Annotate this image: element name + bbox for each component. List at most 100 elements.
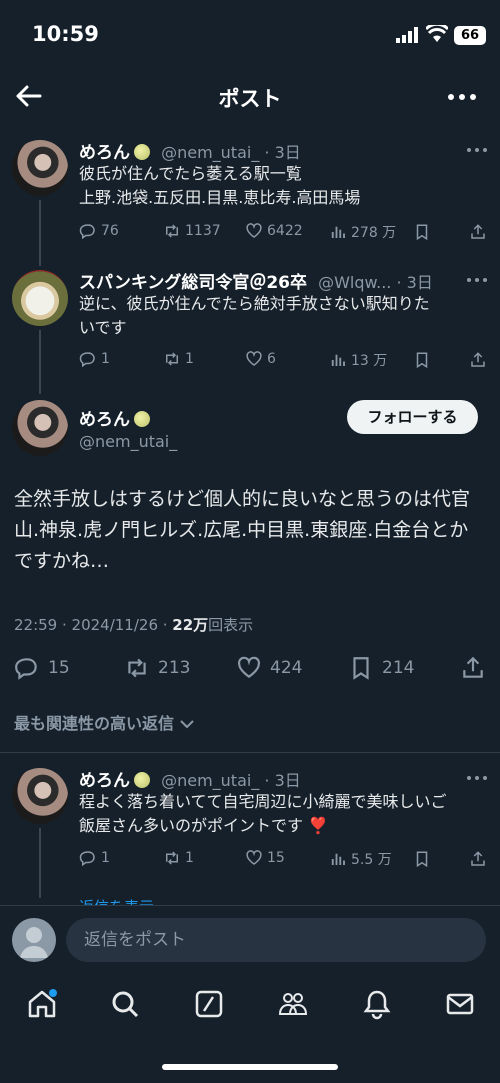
reply-button[interactable]: 1 — [79, 350, 110, 368]
signal-icon — [396, 27, 418, 43]
like-count: 6422 — [267, 223, 303, 239]
post-text-line: 上野.池袋.五反田.目黒.恵比寿.高田馬場 — [79, 188, 361, 207]
post-text-line: 彼氏が住んでたら萎える駅一覧 — [79, 164, 302, 183]
more-icon[interactable] — [448, 94, 476, 100]
reply-icon — [79, 352, 95, 368]
post-age: · 3日 — [396, 273, 433, 292]
reply-button[interactable]: 76 — [79, 222, 119, 240]
communities-icon[interactable] — [277, 988, 309, 1020]
post-text: 程よく落ち着いてて自宅周辺に小綺麗で美味しいご 飯屋さん多いのがポイントです ❣… — [79, 790, 489, 838]
repost-button[interactable]: 1 — [163, 849, 194, 867]
follow-button[interactable]: フォローする — [347, 400, 478, 434]
author-handle[interactable]: @nem_utai_ — [161, 771, 259, 790]
repost-button[interactable]: 213 — [124, 655, 190, 681]
thread-line — [39, 200, 41, 266]
clock: 10:59 — [32, 22, 99, 46]
repost-icon — [128, 658, 146, 678]
like-icon — [246, 351, 262, 366]
post-author: めろん @nem_utai_ · 3日 — [79, 766, 301, 791]
views-button[interactable]: 13 万 — [329, 350, 387, 370]
repost-icon — [166, 224, 178, 238]
search-icon[interactable] — [109, 988, 141, 1020]
view-count: 13 万 — [351, 353, 388, 369]
reply-button[interactable]: 1 — [79, 849, 110, 867]
user-avatar[interactable] — [12, 918, 56, 962]
author-name[interactable]: めろん — [79, 410, 130, 430]
grok-icon[interactable] — [193, 988, 225, 1020]
post-text: 逆に、彼氏が住んでたら絶対手放さない駅知りた いです — [79, 292, 489, 340]
share-icon[interactable] — [469, 223, 487, 241]
bookmark-icon[interactable] — [413, 223, 431, 241]
divider — [0, 752, 500, 753]
timestamp: 22:59 · 2024/11/26 · — [14, 616, 173, 634]
bookmark-button[interactable]: 214 — [348, 655, 414, 681]
reply-sort-dropdown[interactable]: 最も関連性の高い返信 — [14, 710, 194, 734]
author-handle[interactable]: @Wlqw... — [318, 273, 391, 292]
like-button[interactable]: 424 — [236, 655, 302, 681]
like-count: 15 — [267, 850, 285, 866]
post-more-icon[interactable] — [466, 775, 488, 781]
like-button[interactable]: 6 — [245, 350, 276, 368]
views-button[interactable]: 5.5 万 — [329, 849, 392, 869]
like-button[interactable]: 6422 — [245, 222, 303, 240]
avatar[interactable] — [12, 400, 68, 456]
post-text-line: 逆に、彼氏が住んでたら絶対手放さない駅知りた — [79, 294, 430, 313]
author-name[interactable]: めろん — [79, 143, 130, 163]
avatar[interactable] — [12, 768, 68, 824]
post-author: めろん @nem_utai_ · 3日 — [79, 138, 301, 163]
main-author: めろん @nem_utai_ — [79, 405, 177, 451]
repost-button[interactable]: 1 — [163, 350, 194, 368]
author-name[interactable]: スパンキング総司令官＠26卒 — [79, 273, 307, 293]
like-count: 6 — [267, 351, 276, 367]
like-icon — [246, 850, 262, 865]
post-text-line: 飯屋さん多いのがポイントです — [79, 816, 304, 835]
post-text: 彼氏が住んでたら萎える駅一覧 上野.池袋.五反田.目黒.恵比寿.高田馬場 — [79, 162, 360, 210]
post-text-line: 程よく落ち着いてて自宅周辺に小綺麗で美味しいご — [79, 792, 447, 811]
repost-icon — [166, 352, 178, 366]
views-button[interactable]: 278 万 — [329, 222, 396, 242]
like-button[interactable]: 15 — [245, 849, 285, 867]
share-button[interactable] — [460, 655, 486, 681]
reply-input[interactable]: 返信をポスト — [66, 918, 486, 962]
thread-line — [39, 828, 41, 898]
views-icon — [331, 226, 345, 238]
share-icon[interactable] — [469, 351, 487, 369]
repost-icon — [166, 851, 178, 865]
avatar[interactable] — [12, 140, 68, 196]
repost-count: 213 — [158, 658, 191, 678]
avatar[interactable] — [12, 270, 68, 326]
views-icon — [331, 853, 345, 865]
views-count: 22万 — [172, 616, 209, 634]
author-handle[interactable]: @nem_utai_ — [79, 432, 177, 451]
sort-label: 最も関連性の高い返信 — [14, 714, 175, 733]
repost-count: 1137 — [185, 223, 221, 239]
post-more-icon[interactable] — [466, 147, 488, 153]
bookmark-count: 214 — [382, 658, 415, 678]
reply-button[interactable]: 15 — [14, 655, 70, 681]
messages-icon[interactable] — [444, 988, 476, 1020]
wifi-icon — [426, 25, 448, 42]
post-more-icon[interactable] — [466, 277, 488, 283]
post-actions: 1 1 15 5.5 万 — [79, 849, 489, 871]
page-title: ポスト — [218, 87, 282, 111]
battery-indicator: 66 — [454, 26, 486, 45]
thread-line — [39, 330, 41, 394]
notifications-icon[interactable] — [361, 988, 393, 1020]
post-actions: 1 1 6 13 万 — [79, 350, 489, 372]
author-name[interactable]: めろん — [79, 771, 130, 791]
repost-button[interactable]: 1137 — [163, 222, 221, 240]
reply-count: 76 — [101, 223, 119, 239]
post-actions: 76 1137 6422 278 万 — [79, 222, 489, 244]
home-icon[interactable] — [26, 988, 58, 1020]
reply-count: 15 — [48, 658, 70, 678]
melon-emoji — [134, 411, 150, 427]
share-icon[interactable] — [469, 850, 487, 868]
melon-emoji — [134, 772, 150, 788]
repost-count: 1 — [185, 351, 194, 367]
reply-count: 1 — [101, 351, 110, 367]
author-handle[interactable]: @nem_utai_ — [161, 143, 259, 162]
bookmark-icon[interactable] — [413, 351, 431, 369]
bookmark-icon[interactable] — [413, 850, 431, 868]
post-text-line: いです — [79, 318, 127, 337]
share-icon — [463, 656, 483, 678]
